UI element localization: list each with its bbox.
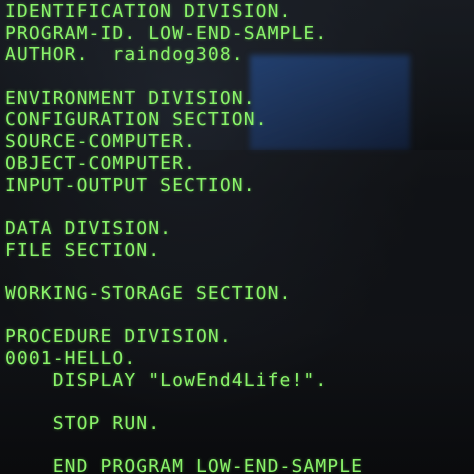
- code-line: INPUT-OUTPUT SECTION.: [5, 174, 256, 196]
- code-line: 0001-HELLO.: [5, 348, 137, 369]
- code-line: END PROGRAM LOW-END-SAMPLE: [5, 456, 364, 474]
- code-line: PROGRAM-ID. LOW-END-SAMPLE.: [5, 22, 328, 44]
- terminal-screen: IDENTIFICATION DIVISION. PROGRAM-ID. LOW…: [0, 0, 474, 474]
- code-line: SOURCE-COMPUTER.: [5, 131, 196, 153]
- code-line: STOP RUN.: [5, 413, 161, 435]
- code-line: ENVIRONMENT DIVISION.: [5, 87, 256, 109]
- code-line: FILE SECTION.: [5, 239, 161, 261]
- code-line: WORKING-STORAGE SECTION.: [5, 282, 292, 304]
- code-line: DATA DIVISION.: [5, 217, 173, 239]
- code-line: PROCEDURE DIVISION.: [5, 326, 232, 348]
- code-line: OBJECT-COMPUTER.: [5, 152, 196, 174]
- code-line: IDENTIFICATION DIVISION.: [5, 1, 292, 22]
- code-line: CONFIGURATION SECTION.: [5, 109, 268, 131]
- code-listing: IDENTIFICATION DIVISION. PROGRAM-ID. LOW…: [5, 1, 474, 474]
- code-line: AUTHOR. raindog308.: [5, 44, 244, 66]
- code-line: DISPLAY "LowEnd4Life!".: [5, 369, 328, 391]
